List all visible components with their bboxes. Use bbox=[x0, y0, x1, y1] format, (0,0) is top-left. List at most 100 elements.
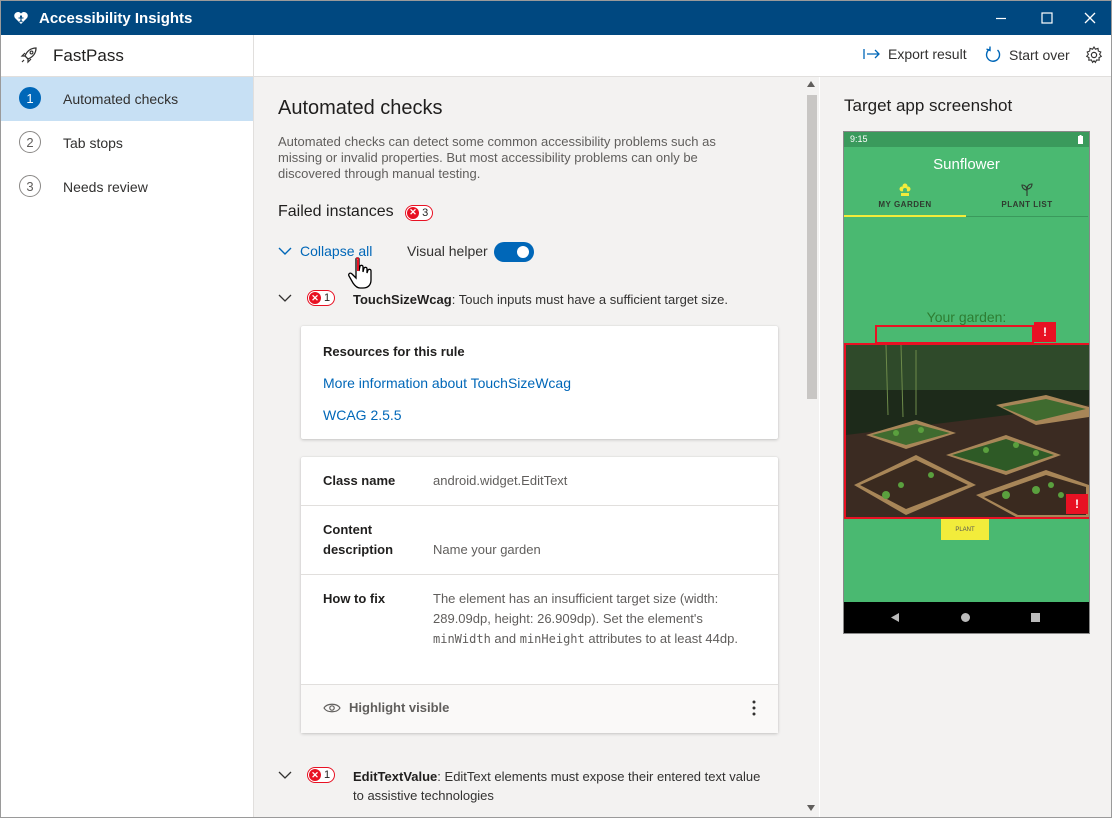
fix-text: and bbox=[490, 631, 520, 646]
app-title: Accessibility Insights bbox=[39, 10, 193, 27]
instance-details-card: Class name android.widget.EditText Conte… bbox=[301, 457, 778, 733]
refresh-icon bbox=[985, 46, 1001, 62]
content-description-row: Content description Name your garden bbox=[301, 506, 778, 575]
rule-summary: : Touch inputs must have a sufficient ta… bbox=[451, 292, 729, 307]
highlight-visible-label: Highlight visible bbox=[349, 700, 450, 715]
phone-tab-label: PLANT LIST bbox=[1001, 200, 1053, 209]
active-tab-indicator bbox=[844, 215, 966, 217]
phone-status-bar: 9:15 bbox=[844, 132, 1089, 147]
sprout-icon bbox=[1021, 183, 1033, 196]
nav-item-label: Automated checks bbox=[63, 91, 179, 107]
failed-instances-label: Failed instances bbox=[278, 203, 394, 220]
nav-item-tab-stops[interactable]: 2 Tab stops bbox=[1, 121, 253, 165]
failed-edittext-highlight[interactable] bbox=[875, 325, 1034, 344]
close-icon bbox=[1084, 12, 1096, 24]
fix-code: minWidth bbox=[433, 632, 491, 646]
rule-count-badge: ✕ 1 bbox=[307, 290, 336, 306]
rule-count-badge: ✕ 1 bbox=[307, 767, 336, 783]
export-result-button[interactable]: Export result bbox=[863, 46, 967, 62]
rule-count: 1 bbox=[324, 291, 331, 304]
nav-step-number: 2 bbox=[19, 131, 41, 153]
app-window: Accessibility Insights FastPass Export r… bbox=[0, 0, 1112, 818]
more-options-icon[interactable] bbox=[752, 699, 756, 717]
tab-divider bbox=[966, 216, 1088, 217]
class-name-value: android.widget.EditText bbox=[433, 473, 568, 488]
rule-description: EditTextValue: EditText elements must ex… bbox=[353, 767, 763, 805]
rocket-icon bbox=[20, 47, 37, 64]
mode-title: FastPass bbox=[53, 46, 124, 65]
gear-icon[interactable] bbox=[1084, 45, 1104, 65]
failed-count: 3 bbox=[422, 206, 429, 219]
rule-description: TouchSizeWcag: Touch inputs must have a … bbox=[353, 290, 763, 309]
recents-icon bbox=[1031, 613, 1040, 622]
error-x-icon: ✕ bbox=[407, 206, 420, 219]
visual-helper-toggle[interactable] bbox=[494, 242, 534, 262]
resources-title: Resources for this rule bbox=[323, 344, 465, 359]
wcag-link[interactable]: WCAG 2.5.5 bbox=[323, 407, 402, 423]
fix-text: The element has an insufficient target s… bbox=[433, 591, 719, 626]
nav-item-automated-checks[interactable]: 1 Automated checks bbox=[1, 77, 253, 121]
title-bar: Accessibility Insights bbox=[1, 1, 1111, 35]
start-over-button[interactable]: Start over bbox=[984, 46, 1070, 64]
content-description-label: Content description bbox=[323, 522, 394, 557]
phone-time: 9:15 bbox=[850, 134, 868, 144]
screenshot-panel-title: Target app screenshot bbox=[844, 96, 1013, 115]
error-flag[interactable]: ! bbox=[1034, 322, 1056, 342]
chevron-down-icon[interactable] bbox=[278, 294, 292, 303]
minimize-icon bbox=[996, 17, 1006, 20]
home-icon bbox=[961, 613, 970, 622]
export-arrow-icon bbox=[863, 49, 880, 59]
rule-name: EditTextValue bbox=[353, 769, 438, 784]
screenshot-panel: Target app screenshot 9:15 Sunflower MY … bbox=[820, 77, 1111, 817]
nav-item-label: Needs review bbox=[63, 179, 148, 195]
garden-photo bbox=[844, 343, 1089, 519]
nav-step-number: 3 bbox=[19, 175, 41, 197]
class-name-label: Class name bbox=[323, 473, 396, 488]
rule-name: TouchSizeWcag bbox=[353, 292, 452, 307]
fix-code: minHeight bbox=[519, 632, 585, 646]
highlight-visible-button[interactable]: Highlight visible bbox=[323, 700, 449, 715]
export-result-label: Export result bbox=[888, 46, 967, 62]
maximize-button[interactable] bbox=[1024, 1, 1070, 35]
chevron-down-icon bbox=[278, 247, 292, 255]
phone-tab-plant-list: PLANT LIST bbox=[966, 179, 1088, 217]
phone-app-title: Sunflower bbox=[933, 156, 1000, 173]
class-name-row: Class name android.widget.EditText bbox=[301, 457, 778, 506]
visual-helper-label: Visual helper bbox=[407, 243, 488, 259]
plant-button: PLANT bbox=[941, 519, 989, 540]
target-app-screenshot: 9:15 Sunflower MY GARDEN PLANT LIST Your… bbox=[843, 131, 1090, 634]
more-info-link[interactable]: More information about TouchSizeWcag bbox=[323, 375, 571, 391]
back-icon bbox=[891, 613, 899, 622]
scrollbar-thumb[interactable] bbox=[807, 95, 817, 399]
left-nav: 1 Automated checks 2 Tab stops 3 Needs r… bbox=[1, 77, 254, 817]
how-to-fix-label: How to fix bbox=[323, 591, 386, 606]
card-footer: Highlight visible bbox=[301, 685, 778, 733]
close-button[interactable] bbox=[1067, 1, 1111, 35]
resources-card: Resources for this rule More information… bbox=[301, 326, 778, 439]
accessibility-insights-logo-icon bbox=[14, 12, 28, 24]
phone-tab-label: MY GARDEN bbox=[878, 200, 932, 209]
battery-icon bbox=[1078, 135, 1083, 144]
failed-count-badge: ✕ 3 bbox=[405, 204, 434, 221]
error-x-icon: ✕ bbox=[309, 769, 321, 781]
nav-item-needs-review[interactable]: 3 Needs review bbox=[1, 165, 253, 209]
error-flag[interactable]: ! bbox=[1066, 494, 1088, 514]
content-description-value: Name your garden bbox=[433, 542, 541, 557]
hand-cursor-icon bbox=[348, 257, 372, 289]
minimize-button[interactable] bbox=[978, 1, 1024, 35]
error-x-icon: ✕ bbox=[309, 292, 321, 304]
how-to-fix-row: How to fix The element has an insufficie… bbox=[301, 575, 778, 685]
scroll-up-arrow-icon[interactable] bbox=[807, 81, 815, 87]
scroll-down-arrow-icon[interactable] bbox=[807, 805, 815, 811]
garden-photo-graphic bbox=[846, 345, 1089, 517]
chevron-down-icon[interactable] bbox=[278, 771, 292, 780]
maximize-icon bbox=[1041, 12, 1053, 24]
flower-icon bbox=[899, 183, 911, 196]
page-description: Automated checks can detect some common … bbox=[278, 134, 716, 181]
fix-text: attributes to at least 44dp. bbox=[584, 631, 738, 646]
main-scrollbar[interactable] bbox=[803, 77, 819, 817]
failed-instances-heading: Failed instances ✕ 3 bbox=[278, 203, 434, 221]
how-to-fix-value: The element has an insufficient target s… bbox=[433, 589, 751, 649]
divider bbox=[253, 35, 254, 76]
toggle-knob bbox=[517, 246, 529, 258]
